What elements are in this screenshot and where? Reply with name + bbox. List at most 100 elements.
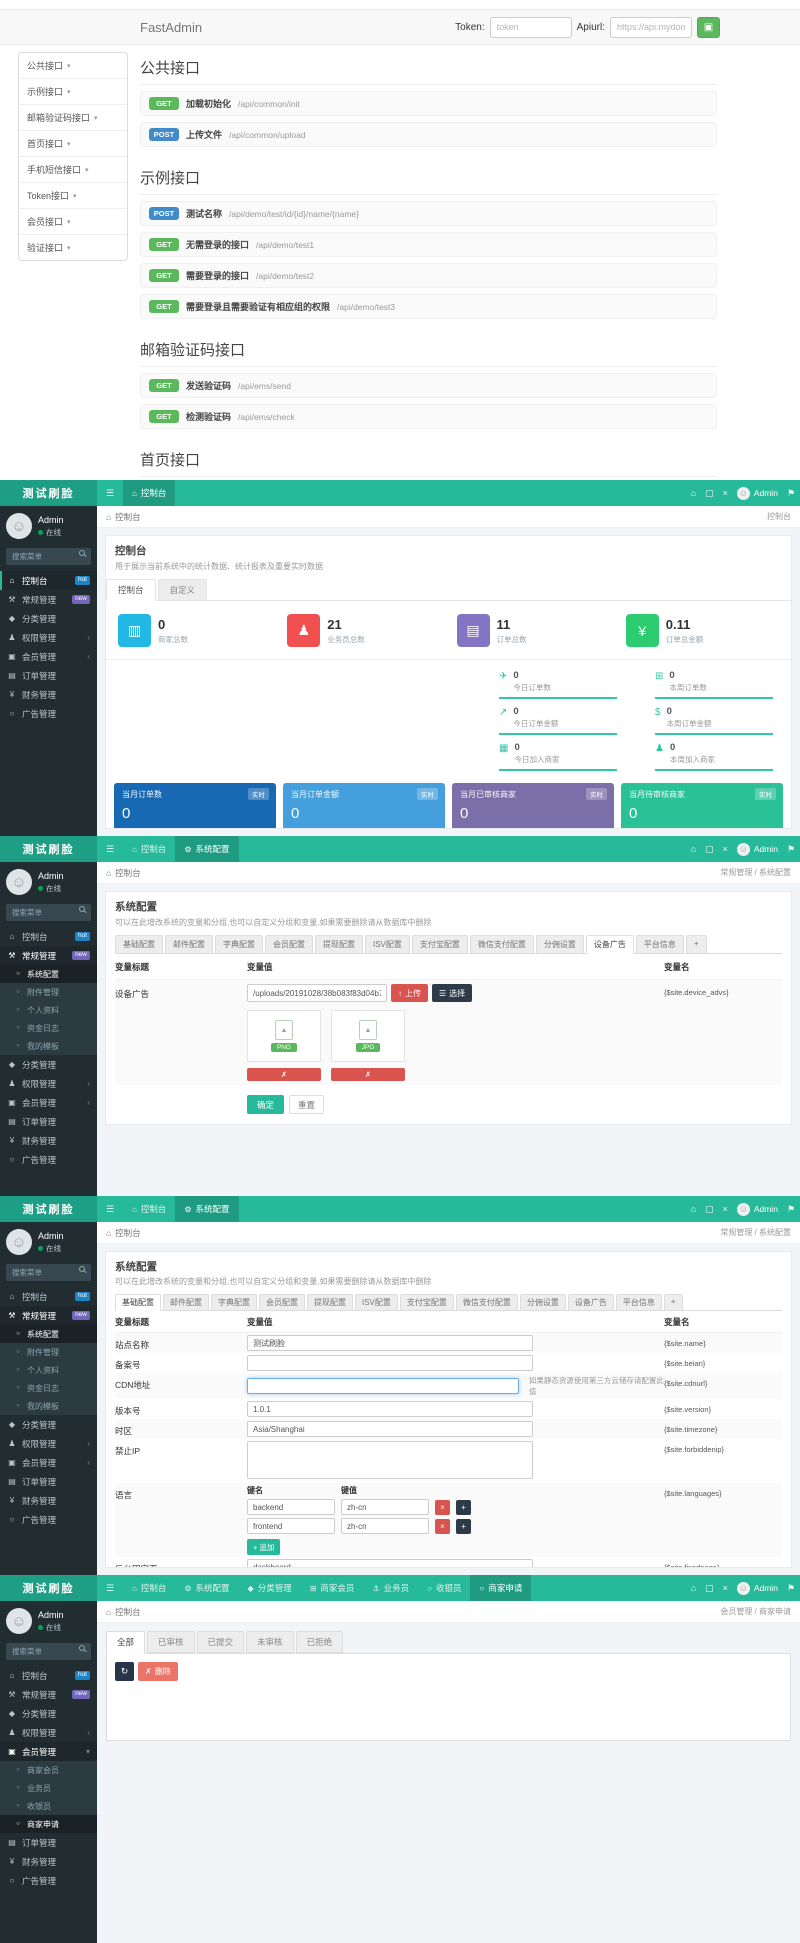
sidebar-item-控制台[interactable]: ⌂ 控制台 hot (0, 1287, 97, 1306)
sidebar-item-会员管理[interactable]: ▣ 会员管理 ‹ (0, 1453, 97, 1472)
tab-自定义[interactable]: 自定义 (157, 579, 208, 600)
sidebar-item-控制台[interactable]: ⌂ 控制台 hot (0, 1666, 97, 1685)
config-tab-基础配置[interactable]: 基础配置 (115, 1294, 161, 1311)
tab-控制台[interactable]: 控制台 (106, 579, 156, 601)
nav-user[interactable]: ☺ Admin (736, 486, 778, 500)
fullscreen-icon[interactable]: ▢ (705, 844, 714, 855)
config-tab-设备广告[interactable]: 设备广告 (567, 1294, 614, 1310)
config-tab-支付宝配置[interactable]: 支付宝配置 (399, 1294, 454, 1310)
config-tab-+[interactable]: + (663, 1294, 683, 1310)
announcement-icon[interactable]: ⚑ (787, 1204, 795, 1215)
search-input[interactable] (6, 1643, 91, 1660)
announcement-icon[interactable]: ⚑ (787, 1583, 795, 1594)
field-input[interactable] (247, 1421, 533, 1437)
nav-tab[interactable]: ⊞ 商家会员 (301, 1575, 364, 1601)
sidebar-subitem-附件管理[interactable]: ○ 附件管理 (0, 1343, 97, 1361)
config-tab-会员配置[interactable]: 会员配置 (265, 935, 313, 953)
nav-tab[interactable]: ⚓ 业务员 (363, 1575, 418, 1601)
sidebar-item-会员管理[interactable]: ▣ 会员管理 ‹ (0, 1093, 97, 1112)
submit-button[interactable]: 确定 (247, 1095, 285, 1114)
menu-toggle-icon[interactable]: ☰ (97, 1196, 123, 1222)
sidebar-subitem-附件管理[interactable]: ○ 附件管理 (0, 983, 97, 1001)
nav-tab[interactable]: ⚙ 系统配置 (175, 1575, 238, 1601)
config-tab-+[interactable]: + (685, 935, 707, 953)
config-tab-支付宝配置[interactable]: 支付宝配置 (411, 935, 468, 953)
api-endpoint-row[interactable]: GET 检测验证码/api/ems/check (140, 404, 717, 429)
sidebar-subitem-商家申请[interactable]: ○ 商家申请 (0, 1815, 97, 1833)
delete-attachment-button[interactable]: ✗ (247, 1068, 321, 1081)
home-icon[interactable]: ⌂ (691, 1583, 696, 1593)
sidebar-item-常规管理[interactable]: ⚒ 常规管理 new (0, 946, 97, 965)
nav-tab[interactable]: ○ 收银员 (418, 1575, 470, 1601)
config-tab-分佣设置[interactable]: 分佣设置 (519, 1294, 566, 1310)
sidebar-item-订单管理[interactable]: ▤ 订单管理 (0, 1833, 97, 1852)
status-tab-全部[interactable]: 全部 (106, 1631, 146, 1654)
attachment-preview[interactable]: ▲ PNG (247, 1010, 321, 1062)
add-pair-button[interactable]: + (456, 1518, 471, 1534)
config-tab-ISV配置[interactable]: ISV配置 (365, 935, 410, 953)
sidebar-item-会员管理[interactable]: ▣ 会员管理 ▾ (0, 1742, 97, 1761)
sidebar-subitem-我的模板[interactable]: ○ 我的模板 (0, 1397, 97, 1415)
sidebar-item-权限管理[interactable]: ♟ 权限管理 ‹ (0, 1434, 97, 1453)
api-sidebar-item[interactable]: 验证接口 ▾ (19, 234, 127, 260)
pair-key-input[interactable] (247, 1499, 335, 1515)
sidebar-item-广告管理[interactable]: ○ 广告管理 (0, 1871, 97, 1890)
home-icon[interactable]: ⌂ (691, 844, 696, 854)
sidebar-item-分类管理[interactable]: ◆ 分类管理 (0, 609, 97, 628)
sidebar-subitem-系统配置[interactable]: ○ 系统配置 (0, 1325, 97, 1343)
sidebar-item-订单管理[interactable]: ▤ 订单管理 (0, 666, 97, 685)
upload-button[interactable]: ↑ 上传 (391, 984, 428, 1002)
nav-user[interactable]: ☺ Admin (736, 1581, 778, 1595)
sidebar-item-订单管理[interactable]: ▤ 订单管理 (0, 1472, 97, 1491)
fullscreen-icon[interactable]: ▢ (705, 1583, 714, 1594)
sidebar-item-权限管理[interactable]: ♟ 权限管理 ‹ (0, 628, 97, 647)
pair-key-input[interactable] (247, 1518, 335, 1534)
delete-button[interactable]: ✗ 删除 (138, 1662, 178, 1681)
field-input[interactable] (247, 1335, 533, 1351)
nav-user[interactable]: ☺ Admin (736, 1202, 778, 1216)
field-input[interactable] (247, 1355, 533, 1371)
announcement-icon[interactable]: ⚑ (787, 844, 795, 855)
api-sidebar-item[interactable]: 手机短信接口 ▾ (19, 156, 127, 182)
config-tab-平台信息[interactable]: 平台信息 (615, 1294, 662, 1310)
sidebar-item-分类管理[interactable]: ◆ 分类管理 (0, 1704, 97, 1723)
sidebar-subitem-资金日志[interactable]: ○ 资金日志 (0, 1379, 97, 1397)
config-tab-字典配置[interactable]: 字典配置 (215, 935, 263, 953)
sidebar-item-会员管理[interactable]: ▣ 会员管理 ‹ (0, 647, 97, 666)
add-pair-button[interactable]: + (456, 1499, 471, 1515)
announcement-icon[interactable]: ⚑ (787, 488, 795, 499)
home-icon[interactable]: ⌂ (691, 488, 696, 498)
config-tab-提现配置[interactable]: 提现配置 (315, 935, 363, 953)
menu-toggle-icon[interactable]: ☰ (97, 1575, 123, 1601)
pair-value-input[interactable] (341, 1518, 429, 1534)
remove-pair-button[interactable]: × (435, 1518, 450, 1534)
remove-pair-button[interactable]: × (435, 1499, 450, 1515)
apiurl-input[interactable] (610, 16, 692, 38)
sidebar-item-常规管理[interactable]: ⚒ 常规管理 new (0, 1306, 97, 1325)
field-textarea[interactable] (247, 1441, 533, 1479)
delete-attachment-button[interactable]: ✗ (331, 1068, 405, 1081)
config-tab-提现配置[interactable]: 提现配置 (307, 1294, 353, 1310)
api-sidebar-item[interactable]: Token接口 ▾ (19, 182, 127, 208)
config-tab-基础配置[interactable]: 基础配置 (115, 935, 163, 953)
home-icon[interactable]: ⌂ (691, 1204, 696, 1214)
fullscreen-icon[interactable]: ▢ (705, 488, 714, 499)
nav-tab[interactable]: ⌂ 控制台 (123, 480, 176, 506)
close-icon[interactable]: × (723, 488, 728, 498)
sidebar-subitem-个人资料[interactable]: ○ 个人资料 (0, 1361, 97, 1379)
sidebar-subitem-收银员[interactable]: ○ 收银员 (0, 1797, 97, 1815)
api-endpoint-row[interactable]: GET 需要登录且需要验证有相应组的权限/api/demo/test3 (140, 294, 717, 319)
sidebar-item-广告管理[interactable]: ○ 广告管理 (0, 1150, 97, 1169)
config-tab-会员配置[interactable]: 会员配置 (259, 1294, 305, 1310)
api-endpoint-row[interactable]: GET 无需登录的接口/api/demo/test1 (140, 232, 717, 257)
search-input[interactable] (6, 548, 91, 565)
fullscreen-icon[interactable]: ▢ (705, 1204, 714, 1215)
field-input[interactable] (247, 1559, 533, 1567)
nav-tab[interactable]: ⌂ 控制台 (123, 836, 175, 862)
sidebar-subitem-业务员[interactable]: ○ 业务员 (0, 1779, 97, 1797)
sidebar-item-控制台[interactable]: ⌂ 控制台 hot (0, 927, 97, 946)
status-tab-已拒绝[interactable]: 已拒绝 (295, 1631, 344, 1653)
config-tab-微信支付配置[interactable]: 微信支付配置 (469, 935, 534, 953)
sidebar-item-财务管理[interactable]: ¥ 财务管理 (0, 1131, 97, 1150)
nav-user[interactable]: ☺ Admin (736, 842, 778, 856)
